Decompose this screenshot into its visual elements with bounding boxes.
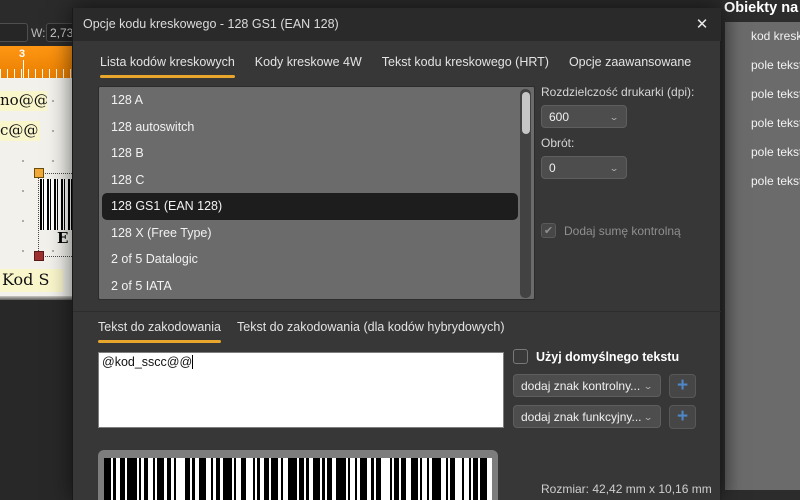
barcode-size-text: Rozmiar: 42,42 mm x 10,16 mm <box>541 482 712 496</box>
design-canvas[interactable]: no@@ c@@ E Kod S <box>0 78 78 300</box>
objects-list-item[interactable]: pole teksto <box>725 138 800 167</box>
scrollbar-thumb[interactable] <box>521 92 530 134</box>
printer-resolution-value: 600 <box>549 109 570 124</box>
objects-list-item[interactable]: kod kresko <box>725 22 800 51</box>
checkbox-unchecked-icon[interactable] <box>513 349 528 364</box>
control-char-dropdown[interactable]: dodaj znak kontrolny... ⌄ <box>513 374 661 397</box>
chevron-down-icon: ⌄ <box>608 111 619 122</box>
tab-kody-4w[interactable]: Kody kreskowe 4W <box>255 55 362 78</box>
add-function-char-button[interactable]: + <box>669 405 696 429</box>
barcode-options-dialog: Opcje kodu kreskowego - 128 GS1 (EAN 128… <box>72 8 721 500</box>
section-divider <box>73 311 721 312</box>
barcode-type-item[interactable]: 128 C <box>99 167 534 194</box>
barcode-type-item[interactable]: 2 of 5 IATA <box>99 273 534 300</box>
close-icon[interactable]: ✕ <box>690 14 714 36</box>
selection-handle-bottom[interactable] <box>34 251 44 261</box>
selection-handle-top[interactable] <box>34 168 44 178</box>
barcode-type-item[interactable]: 128 B <box>99 140 534 167</box>
objects-panel: Obiekty na kod kreskopole tekstopole tek… <box>722 0 800 500</box>
tab-tekst-do-zakodowania[interactable]: Tekst do zakodowania <box>98 320 221 343</box>
app-background <box>0 300 72 500</box>
barcode-type-list[interactable]: 128 A 128 autoswitch 128 B 128 C 128 GS1 (EA… <box>98 86 535 300</box>
add-control-char-button[interactable]: + <box>669 374 696 398</box>
chevron-down-icon: ⌄ <box>642 380 653 391</box>
checksum-checkbox-row: ✔ Dodaj sumę kontrolną <box>541 223 681 238</box>
text-caret <box>192 355 194 369</box>
horizontal-ruler: 3 <box>0 46 72 78</box>
checksum-label: Dodaj sumę kontrolną <box>564 223 681 238</box>
default-text-checkbox-row[interactable]: Użyj domyślnego tekstu <box>513 349 679 364</box>
barcode-type-item[interactable]: 128 GS1 (EAN 128) <box>102 193 518 220</box>
barcode-hrt-text: E <box>57 229 69 247</box>
canvas-barcode-object[interactable] <box>40 179 72 230</box>
objects-list-item[interactable]: pole teksto <box>725 51 800 80</box>
printer-resolution-label: Rozdzielczość drukarki (dpi): <box>541 85 695 99</box>
rotation-value: 0 <box>549 160 556 175</box>
barcode-type-item[interactable]: 128 A <box>99 87 534 114</box>
chevron-down-icon: ⌄ <box>642 411 653 422</box>
encode-tabs: Tekst do zakodowania Tekst do zakodowani… <box>98 320 505 343</box>
ruler-ticks <box>0 69 72 78</box>
chevron-down-icon: ⌄ <box>608 162 619 173</box>
rotation-dropdown[interactable]: 0 ⌄ <box>541 156 627 179</box>
dialog-tabs: Lista kodów kreskowych Kody kreskowe 4W … <box>100 55 691 78</box>
encode-text-value: @kod_sscc@@ <box>102 355 193 369</box>
checkbox-checked-disabled-icon: ✔ <box>541 223 556 238</box>
tab-tekst-hybrydowy[interactable]: Tekst do zakodowania (dla kodów hybrydow… <box>237 320 505 343</box>
function-char-dropdown[interactable]: dodaj znak funkcyjny... ⌄ <box>513 405 661 428</box>
dialog-title: Opcje kodu kreskowego - 128 GS1 (EAN 128… <box>83 17 339 31</box>
control-char-value: dodaj znak kontrolny... <box>521 378 641 393</box>
barcode-type-item[interactable]: 128 X (Free Type) <box>99 220 534 247</box>
tab-opcje-zaawansowane[interactable]: Opcje zaawansowane <box>569 55 691 78</box>
barcode-type-item[interactable]: 128 autoswitch <box>99 114 534 141</box>
canvas-text-placeholder[interactable]: c@@ <box>0 121 40 141</box>
objects-list-item[interactable]: pole teksto <box>725 167 800 196</box>
default-text-label: Użyj domyślnego tekstu <box>536 349 680 364</box>
printer-resolution-dropdown[interactable]: 600 ⌄ <box>541 105 627 128</box>
list-scrollbar[interactable] <box>520 89 531 298</box>
toolbar-field[interactable] <box>0 23 28 42</box>
barcode-preview <box>104 458 493 500</box>
width-label: W: <box>31 26 46 40</box>
rotation-label: Obrót: <box>541 136 575 150</box>
dialog-titlebar[interactable]: Opcje kodu kreskowego - 128 GS1 (EAN 128… <box>73 8 721 41</box>
canvas-text-placeholder[interactable]: no@@ <box>0 91 47 111</box>
app-toolbar: W: 2,73 <box>0 0 80 46</box>
objects-list-item[interactable]: pole teksto <box>725 80 800 109</box>
ruler-number: 3 <box>19 48 26 60</box>
canvas-text-placeholder[interactable]: Kod S <box>0 269 63 292</box>
function-char-value: dodaj znak funkcyjny... <box>521 409 642 424</box>
barcode-preview-frame <box>98 450 498 500</box>
tab-tekst-hrt[interactable]: Tekst kodu kreskowego (HRT) <box>382 55 549 78</box>
tab-lista-kodow[interactable]: Lista kodów kreskowych <box>100 55 235 78</box>
objects-panel-title: Obiekty na <box>724 0 799 16</box>
objects-list-item[interactable]: pole teksto <box>725 109 800 138</box>
barcode-type-item[interactable]: 2 of 5 Datalogic <box>99 246 534 273</box>
encode-text-input[interactable]: @kod_sscc@@ <box>98 352 504 428</box>
objects-list: kod kreskopole tekstopole tekstopole tek… <box>725 22 800 490</box>
